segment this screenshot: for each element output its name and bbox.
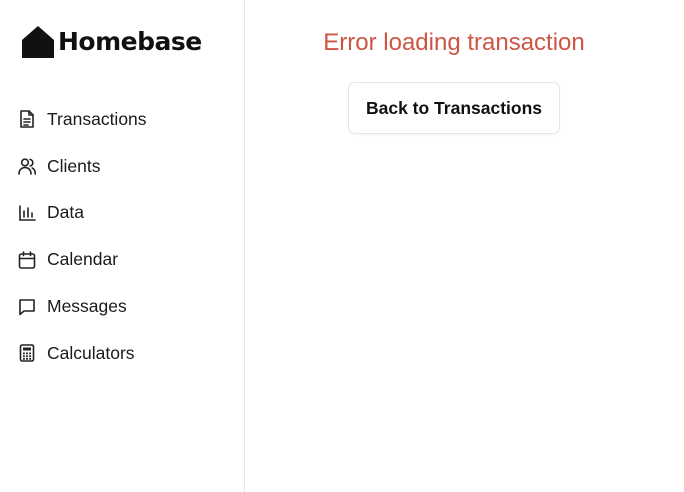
sidebar-item-messages[interactable]: Messages [16, 283, 236, 330]
house-icon [22, 26, 54, 58]
sidebar-item-label: Clients [47, 155, 101, 176]
sidebar-item-data[interactable]: Data [16, 190, 236, 237]
app-window: Homebase Transactions Clients Data Calen… [0, 0, 684, 492]
brand-logo[interactable]: Homebase [21, 24, 202, 60]
sidebar-item-label: Calendar [47, 249, 119, 270]
bar-chart-icon [17, 203, 37, 223]
calendar-icon [17, 250, 37, 270]
back-to-transactions-button[interactable]: Back to Transactions [348, 82, 560, 134]
calculator-icon [17, 343, 37, 363]
message-icon [17, 297, 37, 317]
main-content: Error loading transaction Back to Transa… [245, 0, 684, 492]
sidebar-item-label: Transactions [47, 108, 147, 129]
sidebar-item-calendar[interactable]: Calendar [16, 236, 236, 283]
sidebar-nav: Transactions Clients Data Calendar Messa… [16, 96, 236, 377]
brand-name: Homebase [58, 27, 202, 56]
error-message: Error loading transaction [323, 29, 585, 56]
sidebar-item-calculators[interactable]: Calculators [16, 330, 236, 377]
sidebar: Homebase Transactions Clients Data Calen… [0, 0, 245, 492]
sidebar-item-transactions[interactable]: Transactions [16, 96, 236, 143]
sidebar-item-label: Messages [47, 296, 127, 317]
sidebar-item-label: Data [47, 202, 84, 223]
sidebar-item-label: Calculators [47, 342, 135, 363]
document-icon [17, 109, 37, 129]
users-icon [17, 156, 37, 176]
sidebar-item-clients[interactable]: Clients [16, 143, 236, 190]
